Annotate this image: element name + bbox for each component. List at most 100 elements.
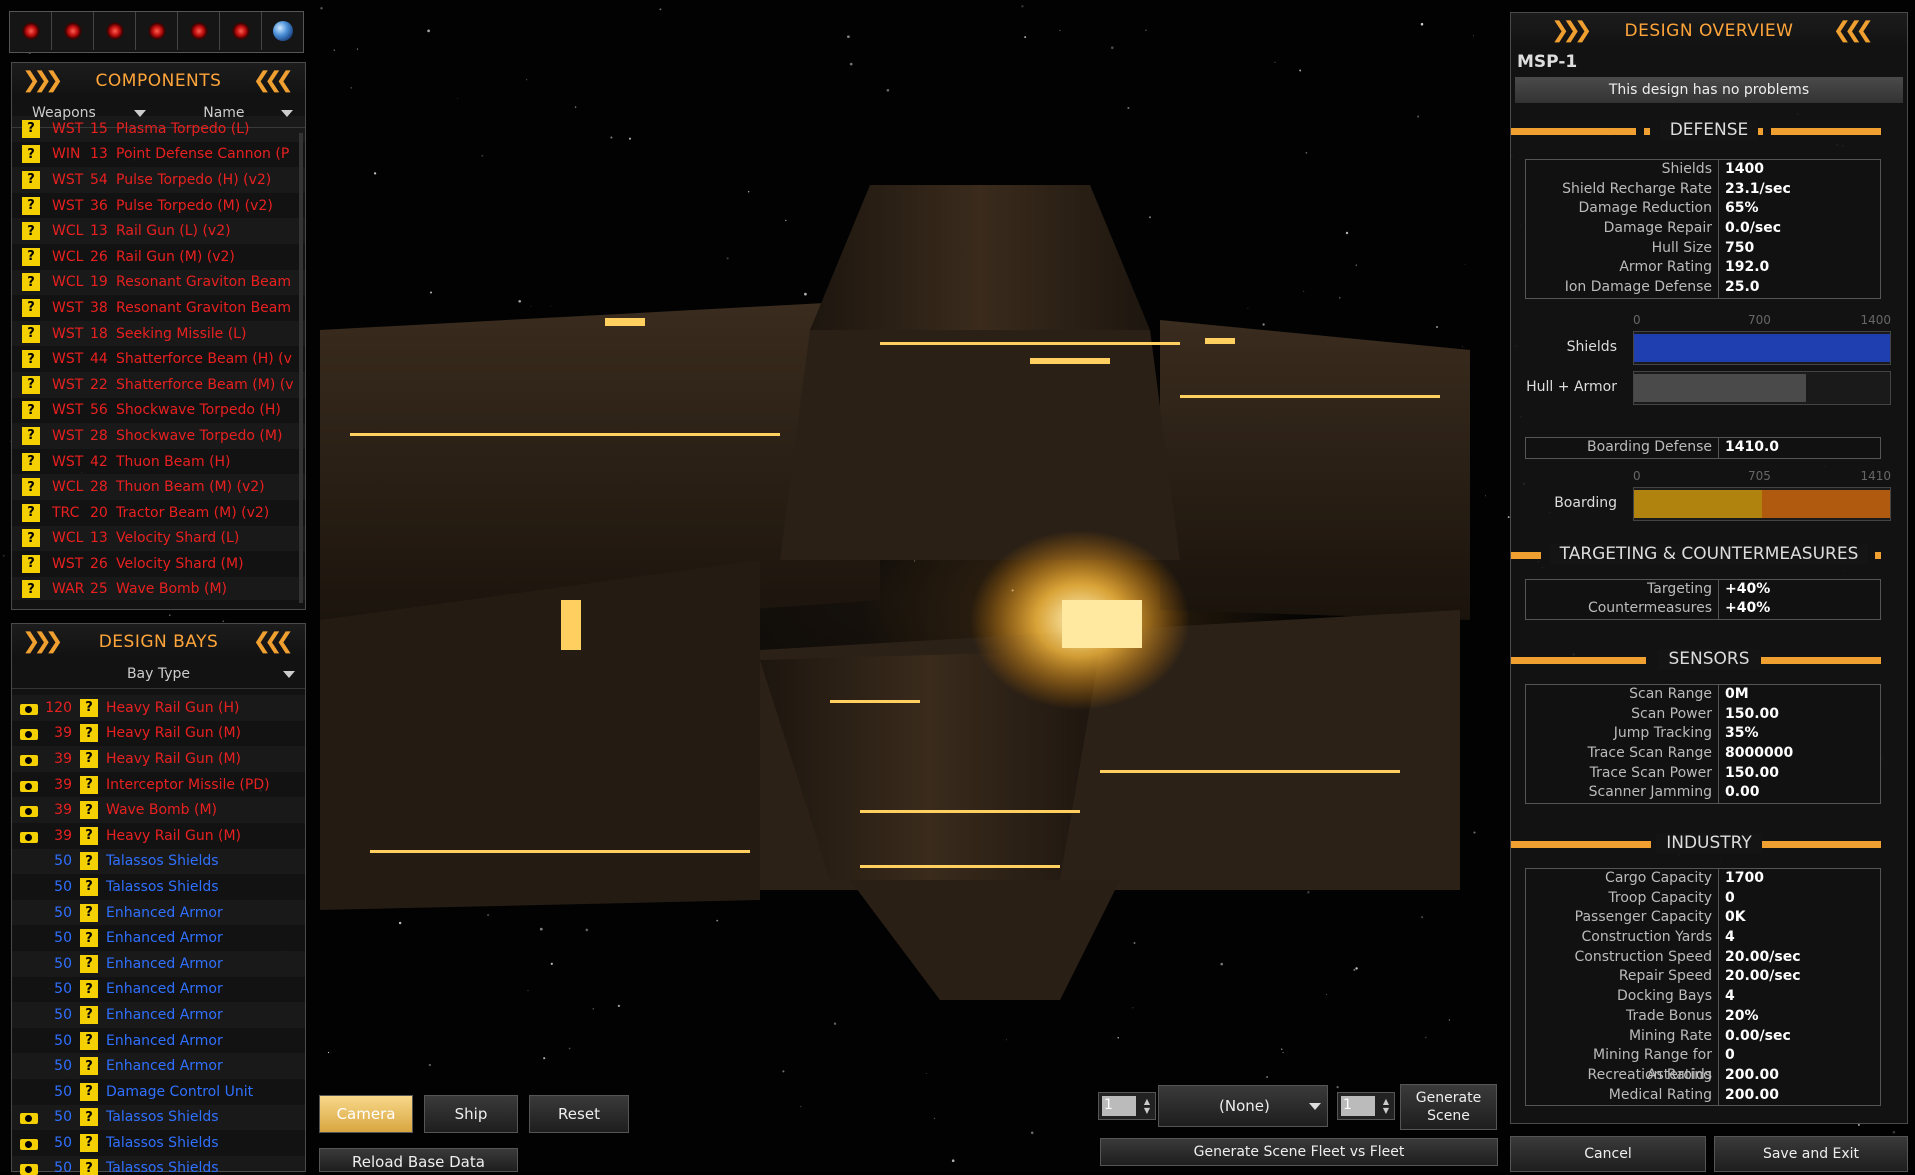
stat-label: Shields: [1526, 160, 1719, 180]
reload-base-data-button[interactable]: Reload Base Data: [319, 1148, 518, 1172]
camera-icon[interactable]: [20, 1136, 38, 1150]
chevron-right-icon: ❯❯❯: [22, 68, 63, 93]
tick-min: 0: [1633, 312, 1641, 327]
tab-category-4[interactable]: [136, 12, 178, 50]
tab-category-1[interactable]: [10, 12, 52, 50]
camera-icon[interactable]: [20, 778, 38, 792]
bay-item[interactable]: 39? Wave Bomb (M): [12, 797, 305, 823]
bay-item[interactable]: 50? Enhanced Armor: [12, 925, 305, 951]
bay-item[interactable]: 50? Talassos Shields: [12, 1105, 305, 1131]
bay-item[interactable]: 50? Talassos Shields: [12, 1156, 305, 1175]
reset-button[interactable]: Reset: [529, 1095, 629, 1133]
component-item[interactable]: ? WCL 26 Rail Gun (M) (v2): [12, 244, 305, 270]
component-item[interactable]: ? WST 28 Shockwave Torpedo (M): [12, 423, 305, 449]
unknown-icon: ?: [80, 1108, 98, 1127]
design-overview-panel: ❯❯❯ DESIGN OVERVIEW ❮❮❮ MSP-1 This desig…: [1510, 12, 1908, 1124]
component-code: WST: [52, 376, 84, 393]
stat-row: Shields 1400: [1526, 160, 1880, 180]
bay-item[interactable]: 50? Enhanced Armor: [12, 1028, 305, 1054]
component-item[interactable]: ? WST 22 Shatterforce Beam (M) (v: [12, 372, 305, 398]
component-item[interactable]: ? TRC 20 Tractor Beam (M) (v2): [12, 500, 305, 526]
ship-button[interactable]: Ship: [424, 1095, 518, 1133]
tab-category-3[interactable]: [94, 12, 136, 50]
camera-icon[interactable]: [20, 726, 38, 741]
bay-item[interactable]: 50? Enhanced Armor: [12, 1053, 305, 1079]
camera-button[interactable]: Camera: [319, 1095, 413, 1133]
save-and-exit-button[interactable]: Save and Exit: [1714, 1136, 1908, 1172]
cancel-button[interactable]: Cancel: [1510, 1136, 1706, 1172]
component-name: Pulse Torpedo (H) (v2): [116, 171, 272, 188]
component-name: Pulse Torpedo (M) (v2): [116, 197, 273, 214]
component-item[interactable]: ? WCL 13 Rail Gun (L) (v2): [12, 218, 305, 244]
component-item[interactable]: ? WCL 13 Velocity Shard (L): [12, 526, 305, 552]
component-name: Seeking Missile (L): [116, 325, 247, 342]
bay-item[interactable]: 50? Enhanced Armor: [12, 951, 305, 977]
bay-type-dropdown-value: Bay Type: [126, 666, 191, 682]
stat-label: Recreation Rating: [1526, 1065, 1719, 1086]
tick-max: 1410: [1860, 468, 1891, 483]
tab-category-2[interactable]: [52, 12, 94, 50]
components-panel: ❯❯❯ COMPONENTS ❮❮❮ Weapons Name ? WST 15 Pl…: [11, 62, 306, 610]
component-item[interactable]: ? WCL 28 Thuon Beam (M) (v2): [12, 474, 305, 500]
component-item[interactable]: ? WST 44 Shatterforce Beam (H) (v: [12, 346, 305, 372]
generate-scene-button[interactable]: Generate Scene: [1400, 1084, 1497, 1130]
tab-category-7[interactable]: [262, 12, 303, 50]
stat-row: Countermeasures +40%: [1526, 599, 1880, 619]
bay-item[interactable]: 50? Talassos Shields: [12, 1130, 305, 1156]
components-scrollbar[interactable]: [299, 133, 303, 603]
spinner-arrows-icon[interactable]: ▲ ▼: [1139, 1093, 1155, 1119]
tab-category-6[interactable]: [220, 12, 262, 50]
component-code: TRC: [52, 504, 80, 521]
bay-item[interactable]: 120? Heavy Rail Gun (H): [12, 695, 305, 721]
camera-icon[interactable]: [20, 829, 38, 843]
bay-item[interactable]: 39? Heavy Rail Gun (M): [12, 746, 305, 772]
component-item[interactable]: ? WST 54 Pulse Torpedo (H) (v2): [12, 167, 305, 193]
spinner-arrows-icon[interactable]: ▲ ▼: [1378, 1093, 1394, 1119]
bay-item[interactable]: 39? Interceptor Missile (PD): [12, 772, 305, 798]
components-list[interactable]: ? WST 15 Plasma Torpedo (L)? WIN 13 Point Defe…: [12, 116, 305, 600]
camera-icon[interactable]: [20, 1161, 38, 1175]
bay-item[interactable]: 50? Damage Control Unit: [12, 1079, 305, 1105]
bay-item[interactable]: 39? Heavy Rail Gun (M): [12, 721, 305, 747]
component-item[interactable]: ? WAR 25 Wave Bomb (M): [12, 577, 305, 600]
camera-icon[interactable]: [20, 701, 38, 715]
camera-icon[interactable]: [20, 803, 38, 818]
component-name: Resonant Graviton Beam: [116, 274, 292, 291]
generate-fleet-vs-fleet-button[interactable]: Generate Scene Fleet vs Fleet: [1100, 1138, 1498, 1166]
bay-item[interactable]: 50? Talassos Shields: [12, 849, 305, 875]
tab-category-5[interactable]: [178, 12, 220, 50]
component-item[interactable]: ? WST 26 Velocity Shard (M): [12, 551, 305, 577]
bay-type-filter[interactable]: Bay Type: [12, 660, 305, 689]
component-item[interactable]: ? WST 42 Thuon Beam (H): [12, 449, 305, 475]
stat-value: 192.0: [1725, 259, 1770, 276]
component-item[interactable]: ? WST 56 Shockwave Torpedo (H): [12, 398, 305, 424]
stat-row: Construction Yards 4: [1526, 928, 1880, 948]
stat-value: 1700: [1725, 870, 1764, 886]
component-item[interactable]: ? WST 38 Resonant Graviton Beam: [12, 295, 305, 321]
camera-icon[interactable]: [20, 1110, 38, 1125]
component-item[interactable]: ? WST 36 Pulse Torpedo (M) (v2): [12, 193, 305, 219]
category-tabs: [9, 11, 304, 53]
camera-icon[interactable]: [20, 752, 38, 766]
bay-item[interactable]: 39? Heavy Rail Gun (M): [12, 823, 305, 849]
bay-item[interactable]: 50? Enhanced Armor: [12, 1002, 305, 1028]
bay-item[interactable]: 50? Enhanced Armor: [12, 900, 305, 926]
design-bays-list[interactable]: 120? Heavy Rail Gun (H) 39? Heavy Rail Gun …: [12, 689, 305, 1175]
component-item[interactable]: ? WST 18 Seeking Missile (L): [12, 321, 305, 347]
component-item[interactable]: ? WCL 19 Resonant Graviton Beam: [12, 270, 305, 296]
component-name: Plasma Torpedo (L): [116, 120, 250, 137]
burst-icon: [231, 22, 250, 40]
fleet-count-right[interactable]: 1 ▲ ▼: [1337, 1092, 1395, 1120]
stat-row: Mining Rate 0.00/sec: [1526, 1026, 1880, 1047]
fleet-count-left[interactable]: 1 ▲ ▼: [1098, 1092, 1156, 1120]
bay-item[interactable]: 50? Enhanced Armor: [12, 977, 305, 1003]
bay-quantity: 50: [54, 1006, 72, 1023]
bay-quantity: 50: [54, 1160, 72, 1175]
race-select[interactable]: (None): [1158, 1085, 1328, 1127]
bay-item[interactable]: 50? Talassos Shields: [12, 874, 305, 900]
industry-title: INDUSTRY: [1656, 833, 1762, 853]
unknown-icon: ?: [22, 580, 40, 599]
component-item[interactable]: ? WST 15 Plasma Torpedo (L): [12, 116, 305, 142]
boarding-defense-row: Boarding Defense 1410.0: [1525, 436, 1881, 459]
component-item[interactable]: ? WIN 13 Point Defense Cannon (P: [12, 142, 305, 168]
